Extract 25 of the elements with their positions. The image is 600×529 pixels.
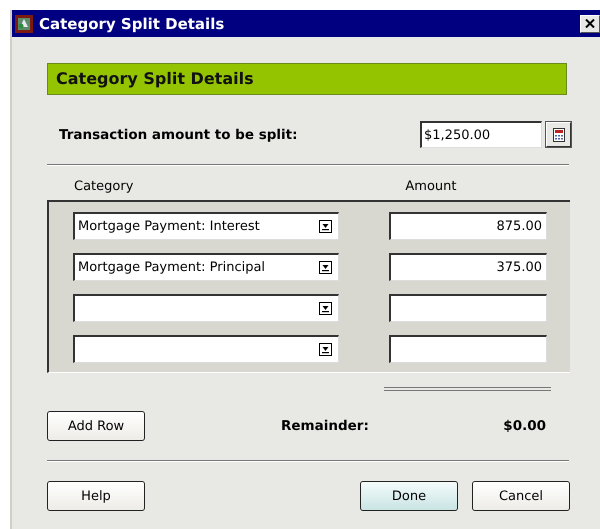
column-header: Amount [405, 179, 456, 195]
dialog-button[interactable]: Done [360, 481, 458, 511]
amount-field[interactable]: $1,250.00 [420, 121, 542, 148]
remainder-label: Remainder: [281, 418, 369, 434]
amount-input[interactable] [389, 335, 547, 363]
close-icon [585, 19, 595, 28]
column-header: Category [74, 179, 134, 195]
amount-input[interactable]: 375.00 [389, 253, 547, 281]
calculator-icon [552, 128, 564, 142]
calculator-button[interactable] [546, 122, 571, 147]
amount-input[interactable] [389, 294, 547, 322]
dialog-button[interactable]: Help [47, 481, 145, 511]
close-button[interactable] [580, 14, 600, 32]
remainder-value: $0.00 [503, 418, 546, 434]
amount-input[interactable]: 875.00 [389, 212, 547, 240]
category-dropdown[interactable]: Mortgage Payment: Principal [73, 253, 339, 281]
category-dropdown[interactable] [73, 335, 339, 363]
category-dropdown[interactable]: Mortgage Payment: Interest [73, 212, 339, 240]
window-title: Category Split Details [39, 14, 226, 32]
dialog-button[interactable]: Cancel [472, 481, 570, 511]
category-dropdown[interactable] [73, 294, 339, 322]
add-row-button[interactable]: Add Row [47, 411, 145, 441]
section-header: Category Split Details [47, 63, 567, 95]
transaction-label: Transaction amount to be split: [59, 126, 298, 142]
app-icon [15, 14, 33, 32]
